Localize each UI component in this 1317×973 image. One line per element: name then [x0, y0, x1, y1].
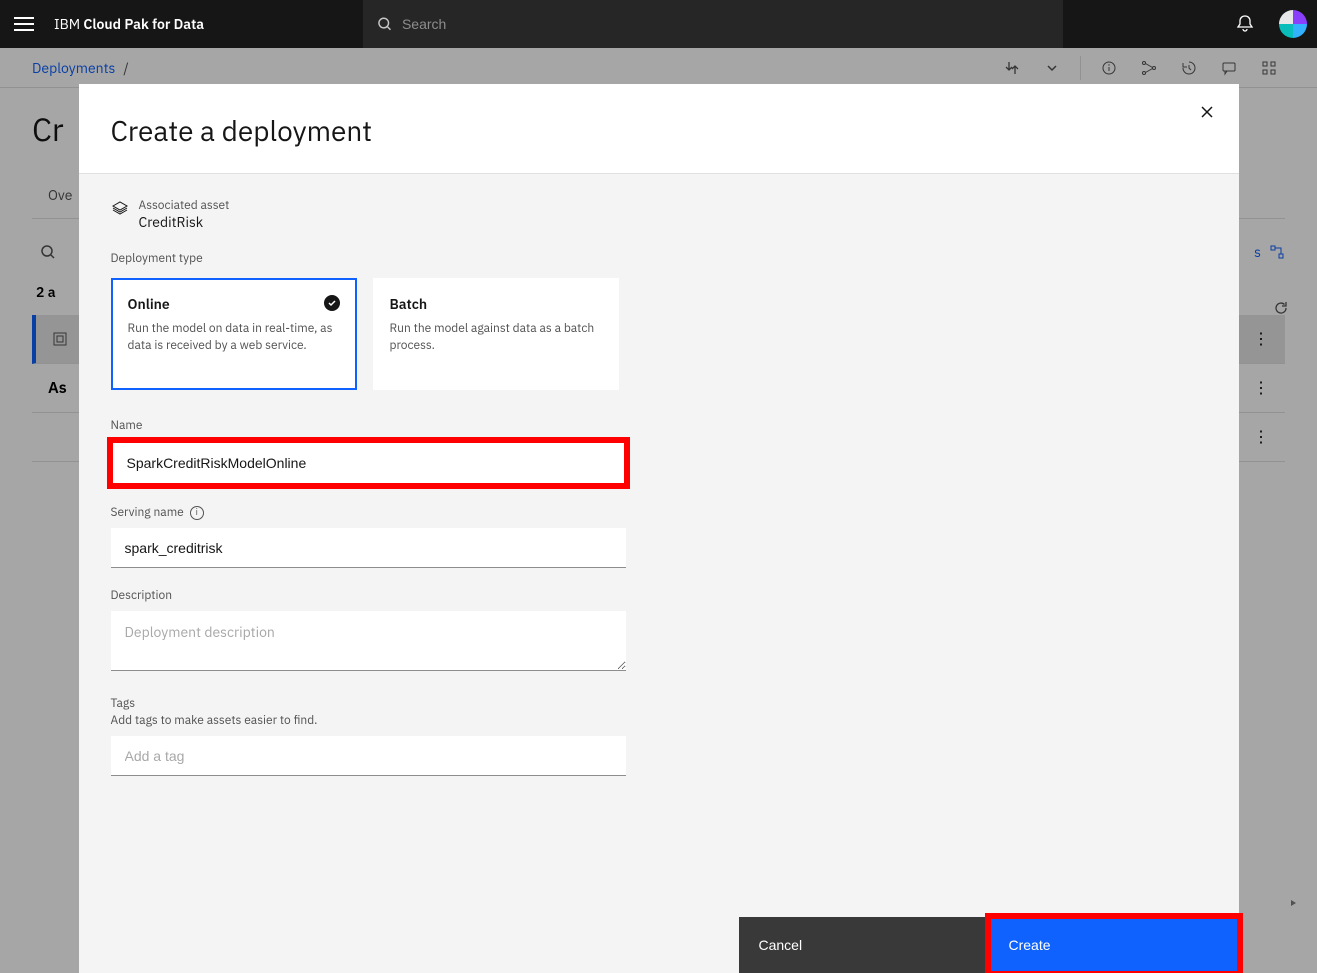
top-header: IBM Cloud Pak for Data — [0, 0, 1317, 48]
brand-prefix: IBM — [54, 15, 83, 33]
modal-overlay: Create a deployment Associated asset Cre… — [0, 48, 1317, 973]
card-title: Batch — [390, 295, 602, 313]
card-title: Online — [128, 295, 340, 313]
avatar-icon — [1279, 10, 1307, 38]
search-icon — [377, 16, 392, 32]
deployment-type-batch[interactable]: Batch Run the model against data as a ba… — [373, 278, 619, 390]
check-icon — [324, 295, 340, 311]
description-label: Description — [111, 588, 1207, 603]
search-input[interactable] — [402, 16, 1049, 32]
info-icon[interactable]: i — [190, 506, 204, 520]
card-desc: Run the model on data in real-time, as d… — [128, 321, 340, 355]
asset-label: Associated asset — [139, 198, 230, 213]
close-button[interactable] — [1195, 100, 1219, 124]
profile-button[interactable] — [1269, 0, 1317, 48]
create-deployment-modal: Create a deployment Associated asset Cre… — [79, 84, 1239, 973]
asset-icon — [111, 200, 129, 223]
tags-input[interactable] — [111, 736, 626, 776]
brand-name: Cloud Pak for Data — [83, 15, 204, 33]
triangle-right-icon — [1288, 898, 1298, 908]
bell-icon — [1235, 14, 1255, 34]
scroll-right[interactable] — [1281, 891, 1305, 915]
asset-name: CreditRisk — [139, 213, 230, 231]
cancel-button[interactable]: Cancel — [739, 917, 989, 973]
notifications-button[interactable] — [1221, 0, 1269, 48]
tags-sublabel: Add tags to make assets easier to find. — [111, 713, 1207, 728]
modal-title: Create a deployment — [111, 112, 1207, 149]
close-icon — [1199, 104, 1215, 120]
main-menu-button[interactable] — [0, 0, 48, 48]
deployment-type-label: Deployment type — [111, 251, 1207, 266]
serving-name-input[interactable] — [111, 528, 626, 568]
deployment-type-online[interactable]: Online Run the model on data in real-tim… — [111, 278, 357, 390]
serving-name-label: Serving name i — [111, 505, 1207, 520]
description-input[interactable] — [111, 611, 626, 671]
name-input[interactable] — [113, 443, 624, 483]
hamburger-icon — [14, 17, 34, 31]
name-label: Name — [111, 418, 1207, 433]
create-button[interactable]: Create — [989, 917, 1239, 973]
tags-label: Tags — [111, 696, 1207, 711]
search-box[interactable] — [363, 0, 1063, 48]
card-desc: Run the model against data as a batch pr… — [390, 321, 602, 355]
brand: IBM Cloud Pak for Data — [54, 15, 204, 33]
